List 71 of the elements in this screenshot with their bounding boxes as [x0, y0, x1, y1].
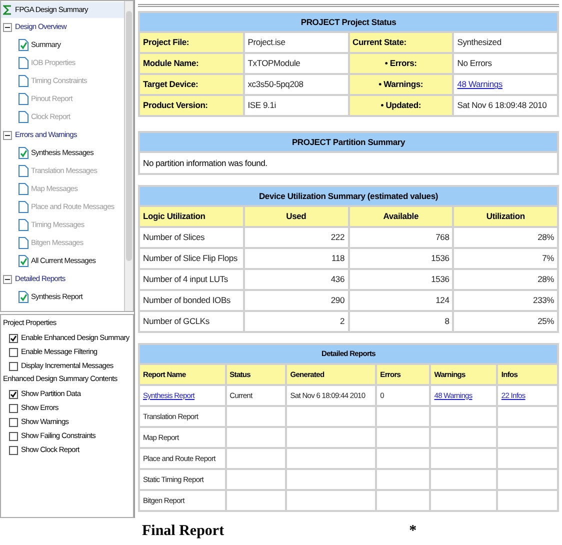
header-cell: • Errors: [384, 57, 417, 70]
document-icon [18, 75, 29, 87]
document-icon [18, 111, 29, 123]
table-cell: 436 [330, 273, 344, 286]
checked-document-icon [18, 291, 29, 303]
message-text: No partition information was found. [143, 156, 268, 170]
table-cell: 2 [340, 315, 344, 328]
table-title: Device Utilization Summary (estimated values) [258, 190, 438, 202]
table-cell: 25% [538, 315, 554, 328]
checkbox[interactable] [9, 348, 18, 356]
header-cell: Target Device: [143, 78, 198, 91]
table-cell: TxTOPModule [248, 57, 300, 70]
checked-document-icon [18, 39, 29, 51]
header-cell: Logic Utilization [143, 210, 206, 223]
table-cell: 118 [332, 252, 344, 265]
document-icon [18, 93, 29, 105]
checkbox[interactable] [9, 446, 18, 454]
checkbox[interactable] [9, 390, 18, 398]
table-cell: 290 [330, 294, 344, 307]
table-cell: 1536 [431, 273, 450, 286]
table-cell: 1536 [431, 252, 450, 265]
table-cell: Number of Slice Flip Flops [143, 252, 238, 265]
table-cell: Number of 4 input LUTs [143, 273, 228, 286]
table-cell: Number of GCLKs [143, 315, 210, 328]
checkbox[interactable] [9, 334, 18, 342]
table-cell: No Errors [457, 57, 492, 70]
table-title: PROJECT Project Status [300, 16, 396, 28]
collapse-icon[interactable] [3, 274, 12, 284]
table-cell: Number of bonded IOBs [143, 294, 230, 307]
document-icon [18, 201, 29, 213]
header-cell: Utilization [486, 210, 525, 223]
header-cell: • Updated: [380, 99, 421, 112]
caption-mark: * [409, 522, 417, 542]
table-cell: xc3s50-5pq208 [248, 78, 304, 91]
table-cell: Project.ise [248, 36, 286, 49]
checkbox[interactable] [9, 418, 18, 426]
header-cell: Product Version: [143, 99, 208, 112]
collapse-icon[interactable] [3, 22, 12, 32]
table-cell: 233% [533, 294, 554, 307]
checkbox[interactable] [9, 432, 18, 440]
header-cell: Module Name: [143, 57, 199, 70]
table-cell: 7% [542, 252, 554, 265]
checkbox[interactable] [9, 404, 18, 412]
caption-text: Final Report [142, 522, 224, 542]
table-cell: 124 [436, 294, 450, 307]
checked-document-icon [18, 255, 29, 267]
table-cell: 28% [538, 231, 554, 244]
table-cell: ISE 9.1i [248, 99, 276, 112]
checked-document-icon [18, 147, 29, 159]
header-cell: Used [286, 210, 306, 223]
collapse-icon[interactable] [3, 130, 12, 140]
table-cell: 222 [330, 231, 344, 244]
document-icon [18, 219, 29, 231]
table-cell: Sat Nov 6 18:09:48 2010 [457, 99, 547, 112]
document-icon [18, 57, 29, 69]
header-cell: • Warnings: [378, 78, 424, 91]
table-cell: 8 [444, 315, 450, 328]
header-cell: Current State: [352, 36, 406, 49]
table-cell: 768 [436, 231, 450, 244]
document-icon [18, 237, 29, 249]
table-title: PROJECT Partition Summary [292, 136, 406, 148]
header-cell: Project File: [143, 36, 190, 49]
header-cell: Available [383, 210, 418, 223]
sigma-icon [3, 5, 12, 15]
scrollbar[interactable] [124, 1, 133, 311]
table-cell: 28% [538, 273, 554, 286]
table-cell: Synthesized [457, 36, 502, 49]
document-icon [18, 165, 29, 177]
checkbox[interactable] [9, 362, 18, 370]
table-cell: Number of Slices [143, 231, 205, 244]
document-icon [18, 183, 29, 195]
